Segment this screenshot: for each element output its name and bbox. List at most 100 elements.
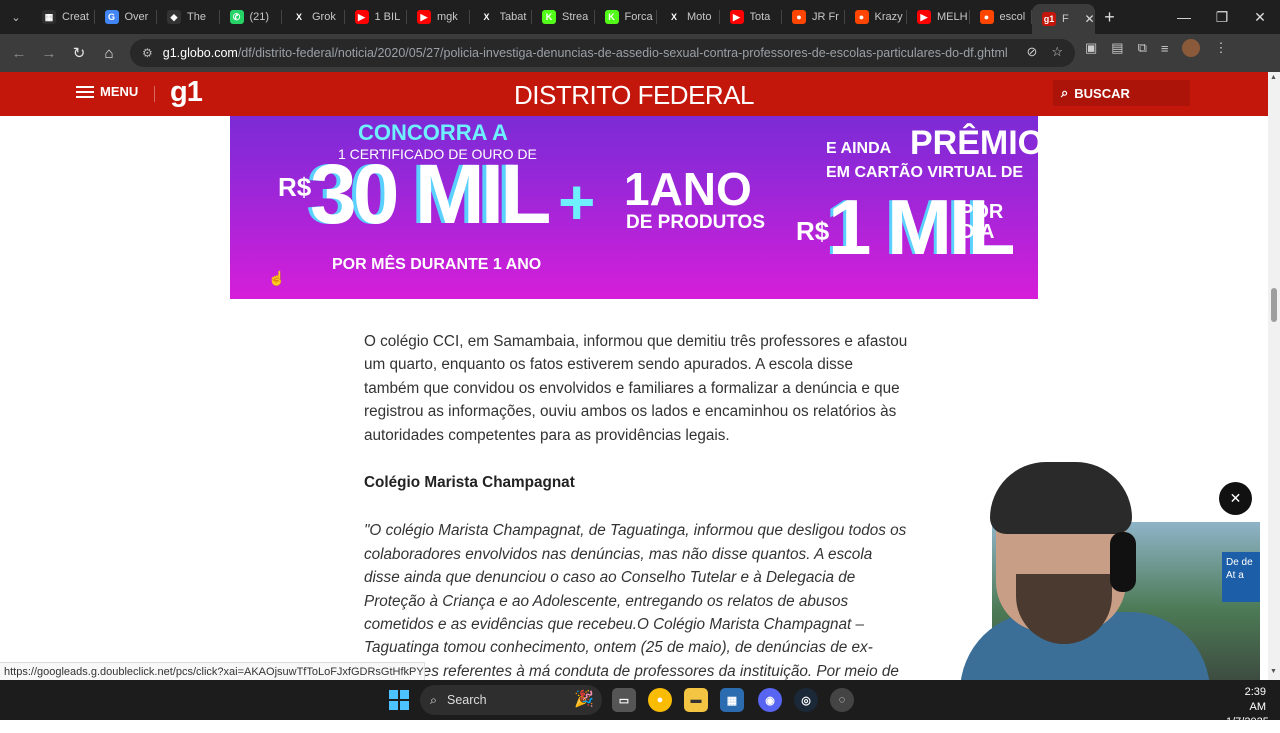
obs-icon[interactable]: ◌	[830, 688, 854, 712]
file-explorer-icon[interactable]: ▬	[684, 688, 708, 712]
tab-label: Tota	[749, 11, 771, 23]
tab-label: Forca	[624, 11, 653, 23]
home-icon[interactable]: ⌂	[94, 38, 124, 68]
tab-favicon-icon: ▶	[729, 10, 744, 24]
mouse-pointer-hand-icon: ☝	[268, 270, 286, 286]
scroll-down-arrow-icon[interactable]: ▼	[1270, 668, 1277, 675]
browser-tab[interactable]: ▶ MELH	[907, 0, 970, 34]
browser-tab[interactable]: ● JR Fr	[782, 0, 845, 34]
browser-menu-icon[interactable]: ⋮	[1214, 40, 1227, 56]
article-paragraph: O colégio CCI, em Samambaia, informou qu…	[364, 333, 908, 444]
tab-favicon-icon: K	[542, 10, 556, 24]
browser-tab[interactable]: G Over	[95, 0, 158, 34]
article-body: O colégio CCI, em Samambaia, informou qu…	[364, 330, 909, 733]
browser-tab[interactable]: ● escol	[970, 0, 1033, 34]
browser-tab[interactable]: X Tabat	[470, 0, 533, 34]
extension-icon-1[interactable]: ▣	[1085, 40, 1097, 56]
browser-tab[interactable]: ▶ mgk	[407, 0, 470, 34]
restore-icon[interactable]: ❐	[1202, 0, 1242, 34]
close-window-icon[interactable]: ✕	[1240, 0, 1280, 34]
minimize-icon[interactable]: —	[1164, 0, 1204, 34]
extension-icon-2[interactable]: ▤	[1111, 40, 1123, 56]
search-icon: ⌕	[1061, 85, 1069, 100]
tab-label: Creat	[62, 11, 89, 23]
streamer-beanie	[990, 462, 1132, 534]
new-tab-button[interactable]: +	[1095, 0, 1125, 34]
tab-label: Krazy	[874, 11, 903, 23]
tab-favicon-icon: ●	[792, 10, 806, 24]
webcam-background-sign: De de At a	[1222, 552, 1260, 602]
windows-taskbar: ⌕ Search 🎉 ▭ ● ▬ ▦ ◉ ◎ ◌ 2:39 AM 1/7/202…	[0, 680, 1280, 728]
tab-favicon-icon: ✆	[229, 10, 244, 24]
tab-label: escol	[999, 11, 1026, 23]
browser-tab[interactable]: ◆ The	[157, 0, 220, 34]
address-bar[interactable]: ⚙ g1.globo.com /df/distrito-federal/noti…	[130, 39, 1075, 67]
tab-favicon-icon: ●	[979, 10, 994, 24]
media-control-icon[interactable]: ≡	[1161, 41, 1169, 56]
tracking-protection-icon[interactable]: ⊘	[1026, 44, 1037, 60]
tab-label: 1 BIL	[374, 11, 401, 23]
tab-favicon-icon: ▶	[354, 10, 369, 24]
search-button[interactable]: ⌕ BUSCAR	[1053, 80, 1190, 106]
steam-icon[interactable]: ◎	[794, 688, 818, 712]
browser-tab-strip: ⌄ ▦ Creat G Over ◆ The ✆ (21) X Grok ▶ 1 BIL ▶ mgk X Ta…	[0, 0, 1280, 34]
search-label: BUSCAR	[1074, 85, 1130, 101]
tab-close-icon[interactable]: ✕	[1084, 12, 1094, 26]
browser-tab[interactable]: K Forca	[595, 0, 658, 34]
tab-favicon-icon: X	[292, 10, 306, 24]
headset-icon	[1110, 532, 1136, 592]
tab-label: (21)	[249, 11, 270, 23]
chrome-icon[interactable]: ●	[648, 688, 672, 712]
extensions-puzzle-icon[interactable]: ⧉	[1138, 40, 1147, 56]
clock-date: 1/7/2025	[1226, 716, 1269, 728]
clock-time: 2:39 AM	[1244, 686, 1266, 713]
scroll-up-arrow-icon[interactable]: ▲	[1270, 74, 1277, 81]
taskbar-search[interactable]: ⌕ Search 🎉	[420, 685, 602, 715]
browser-tab[interactable]: g1 F ✕	[1032, 4, 1095, 34]
tab-label: Strea	[562, 11, 589, 23]
browser-tab[interactable]: ✆ (21)	[220, 0, 283, 34]
store-icon[interactable]: ▦	[720, 688, 744, 712]
task-view-icon[interactable]: ▭	[612, 688, 636, 712]
profile-avatar[interactable]	[1182, 39, 1201, 57]
tab-favicon-icon: ▶	[417, 10, 431, 24]
taskbar-clock[interactable]: 2:39 AM 1/7/2025	[1226, 685, 1269, 730]
tab-search-chevron-icon[interactable]: ⌄	[0, 0, 32, 34]
ad-cartao-text: EM CARTÃO VIRTUAL DE	[826, 164, 1024, 181]
ad-e-ainda-text: E AINDA	[826, 140, 892, 157]
ad-premios-text: PRÊMIOS	[910, 124, 1038, 162]
ad-banner[interactable]: CONCORRA A 1 CERTIFICADO DE OURO DE R$ 3…	[230, 116, 1038, 299]
scroll-thumb[interactable]	[1271, 288, 1277, 322]
ad-per-month-text: POR MÊS DURANTE 1 ANO	[332, 256, 542, 273]
tab-favicon-icon: K	[604, 10, 619, 24]
browser-tab[interactable]: ● Krazy	[845, 0, 908, 34]
browser-tab[interactable]: ▦ Creat	[32, 0, 95, 34]
url-host: g1.globo.com	[162, 46, 238, 60]
bookmark-star-icon[interactable]: ☆	[1051, 44, 1063, 60]
browser-tab[interactable]: X Moto	[657, 0, 720, 34]
tab-label: MELH	[937, 11, 967, 23]
tab-label: Tabat	[499, 11, 527, 23]
browser-tab[interactable]: ▶ Tota	[720, 0, 783, 34]
page-scrollbar[interactable]: ▲ ▼	[1268, 72, 1280, 680]
forward-arrow-icon[interactable]: →	[34, 38, 64, 68]
ad-plus-sign: +	[558, 166, 596, 238]
tab-label: mgk	[437, 11, 458, 23]
tab-label: The	[187, 11, 206, 23]
back-arrow-icon[interactable]: ←	[4, 38, 34, 68]
windows-start-icon[interactable]	[389, 690, 409, 710]
reload-icon[interactable]: ↻	[64, 38, 94, 68]
browser-tab[interactable]: X Grok	[282, 0, 345, 34]
tab-favicon-icon: ▶	[917, 10, 931, 24]
browser-tab[interactable]: ▶ 1 BIL	[345, 0, 408, 34]
tab-favicon-icon: ●	[854, 10, 869, 24]
close-overlay-icon[interactable]: ✕	[1219, 482, 1252, 515]
ad-amount-1: 30 MIL	[310, 147, 551, 241]
discord-icon[interactable]: ◉	[758, 688, 782, 712]
site-info-icon[interactable]: ⚙	[142, 46, 153, 60]
site-header: MENU g1 DISTRITO FEDERAL ⌕ BUSCAR	[0, 72, 1268, 116]
ad-currency-1: R$	[278, 172, 312, 202]
browser-tab[interactable]: K Strea	[532, 0, 595, 34]
tab-favicon-icon: ◆	[167, 10, 181, 24]
tab-favicon-icon: ▦	[42, 10, 56, 24]
